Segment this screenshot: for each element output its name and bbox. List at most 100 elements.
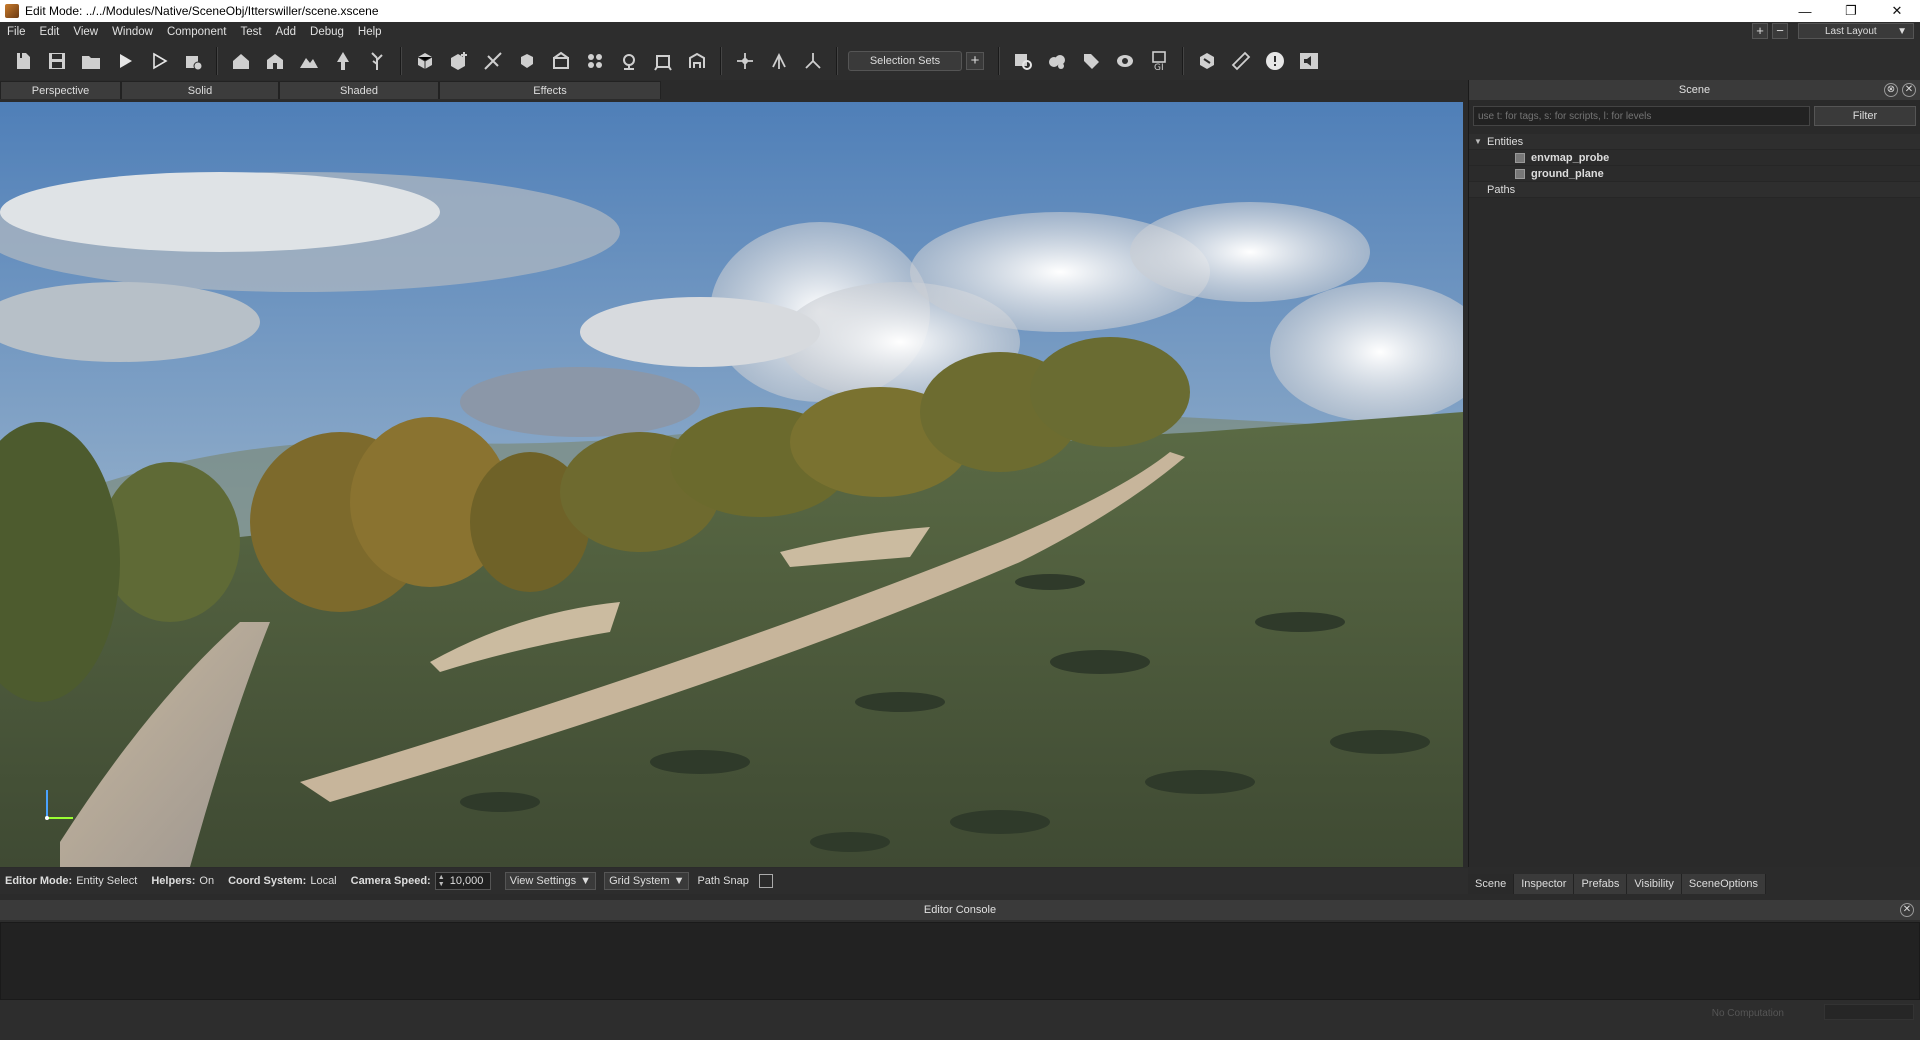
rotate-tool-icon[interactable] <box>766 48 792 74</box>
split-tool-icon[interactable] <box>480 48 506 74</box>
scene-panel: Scene ⊗ ✕ Filter ▼ Entities envmap_probe… <box>1468 80 1920 867</box>
map-search-icon[interactable] <box>1010 48 1036 74</box>
particles-icon[interactable] <box>582 48 608 74</box>
save-icon[interactable] <box>44 48 70 74</box>
ruler-icon[interactable] <box>1228 48 1254 74</box>
box-tool-icon[interactable] <box>650 48 676 74</box>
menu-edit[interactable]: Edit <box>33 26 67 38</box>
scene-search-input[interactable] <box>1473 106 1810 126</box>
cube-icon[interactable] <box>412 48 438 74</box>
open-folder-icon[interactable] <box>78 48 104 74</box>
status-bar: Editor Mode: Entity Select Helpers: On C… <box>0 868 1468 894</box>
menu-add[interactable]: Add <box>269 26 303 38</box>
editor-mode-value[interactable]: Entity Select <box>76 875 137 887</box>
view-tab-perspective[interactable]: Perspective <box>0 81 121 99</box>
weather-icon[interactable] <box>1044 48 1070 74</box>
scene-panel-title: Scene <box>1678 84 1711 96</box>
tree-item-envmap-probe[interactable]: envmap_probe <box>1469 150 1920 166</box>
close-icon[interactable]: ✕ <box>1900 903 1914 917</box>
camera-speed-input[interactable]: ▲ ▼ 10,000 <box>434 872 491 890</box>
cube-add-icon[interactable] <box>446 48 472 74</box>
tree-item-ground-plane[interactable]: ground_plane <box>1469 166 1920 182</box>
frame-tool-icon[interactable] <box>684 48 710 74</box>
tab-inspector[interactable]: Inspector <box>1514 874 1575 894</box>
editor-console: Editor Console ✕ No Computation <box>0 900 1920 1040</box>
tree-icon[interactable] <box>330 48 356 74</box>
minimize-icon[interactable]: — <box>1782 0 1828 22</box>
console-output[interactable] <box>0 922 1920 1000</box>
terrain-icon[interactable] <box>296 48 322 74</box>
chevron-down-icon: ▼ <box>580 875 592 887</box>
tree-item-entities[interactable]: ▼ Entities <box>1469 134 1920 150</box>
toolbar-separator <box>400 47 402 75</box>
audio-icon[interactable] <box>1296 48 1322 74</box>
add-selection-set-button[interactable]: + <box>966 52 984 70</box>
new-scene-icon[interactable] <box>10 48 36 74</box>
sphere-icon[interactable] <box>1112 48 1138 74</box>
node-icon[interactable] <box>616 48 642 74</box>
view-tab-solid[interactable]: Solid <box>121 81 279 99</box>
toolbar-separator <box>216 47 218 75</box>
grid-system-label: Grid System <box>609 875 670 887</box>
play-outline-icon[interactable] <box>146 48 172 74</box>
menu-window[interactable]: Window <box>105 26 160 38</box>
entity-icon <box>1515 152 1525 163</box>
tab-prefabs[interactable]: Prefabs <box>1574 874 1628 894</box>
view-settings-dropdown[interactable]: View Settings ▼ <box>504 872 597 890</box>
chevron-down-icon: ▼ <box>1897 25 1907 37</box>
menu-help[interactable]: Help <box>351 26 389 38</box>
play-icon[interactable] <box>112 48 138 74</box>
tab-visibility[interactable]: Visibility <box>1627 874 1682 894</box>
building-icon[interactable] <box>262 48 288 74</box>
viewport-render <box>0 102 1463 867</box>
move-tool-icon[interactable] <box>732 48 758 74</box>
add-layout-button[interactable]: + <box>1752 23 1768 39</box>
toolbar-separator <box>998 47 1000 75</box>
tree-item-label: envmap_probe <box>1531 151 1610 164</box>
tab-scene[interactable]: Scene <box>1468 874 1515 894</box>
remove-layout-button[interactable]: − <box>1772 23 1788 39</box>
house-icon[interactable] <box>228 48 254 74</box>
view-tab-effects[interactable]: Effects <box>439 81 661 99</box>
gi-icon[interactable]: GI <box>1146 48 1172 74</box>
camera-speed-label: Camera Speed: <box>350 875 431 887</box>
restore-icon[interactable]: ❐ <box>1828 0 1874 22</box>
coord-system-value[interactable]: Local <box>310 875 336 887</box>
plant-icon[interactable] <box>364 48 390 74</box>
object-icon[interactable] <box>514 48 540 74</box>
close-icon[interactable]: ✕ <box>1874 0 1920 22</box>
filter-button[interactable]: Filter <box>1814 106 1916 126</box>
package-icon[interactable] <box>1194 48 1220 74</box>
helpers-value[interactable]: On <box>199 875 214 887</box>
scale-tool-icon[interactable] <box>800 48 826 74</box>
console-footer: No Computation <box>0 1000 1920 1026</box>
path-snap-checkbox[interactable] <box>758 874 773 888</box>
tree-item-paths[interactable]: Paths <box>1469 182 1920 198</box>
selection-sets-dropdown[interactable]: Selection Sets <box>848 51 962 71</box>
menu-file[interactable]: File <box>0 26 33 38</box>
close-icon[interactable]: ✕ <box>1902 83 1916 97</box>
chevron-down-icon: ▼ <box>673 875 685 887</box>
3d-viewport[interactable] <box>0 102 1463 867</box>
view-settings-label: View Settings <box>509 875 577 887</box>
build-icon[interactable] <box>180 48 206 74</box>
menu-debug[interactable]: Debug <box>303 26 351 38</box>
console-title: Editor Console <box>923 904 997 916</box>
grid-system-dropdown[interactable]: Grid System ▼ <box>604 872 690 890</box>
layout-label: Last Layout <box>1825 25 1877 37</box>
menu-view[interactable]: View <box>66 26 105 38</box>
spinner-arrows-icon[interactable]: ▲ ▼ <box>438 874 445 888</box>
menu-test[interactable]: Test <box>233 26 268 38</box>
view-tab-shaded[interactable]: Shaded <box>279 81 439 99</box>
structure-icon[interactable] <box>548 48 574 74</box>
app-icon <box>5 4 19 18</box>
tab-scene-options[interactable]: SceneOptions <box>1681 874 1767 894</box>
layout-dropdown[interactable]: Last Layout ▼ <box>1798 23 1914 39</box>
menu-component[interactable]: Component <box>160 26 233 38</box>
tag-icon[interactable] <box>1078 48 1104 74</box>
expand-arrow-icon[interactable]: ▼ <box>1469 137 1487 146</box>
settings-icon[interactable]: ⊗ <box>1884 83 1898 97</box>
tree-item-label: Paths <box>1487 183 1516 196</box>
warning-icon[interactable] <box>1262 48 1288 74</box>
console-header: Editor Console ✕ <box>0 900 1920 920</box>
